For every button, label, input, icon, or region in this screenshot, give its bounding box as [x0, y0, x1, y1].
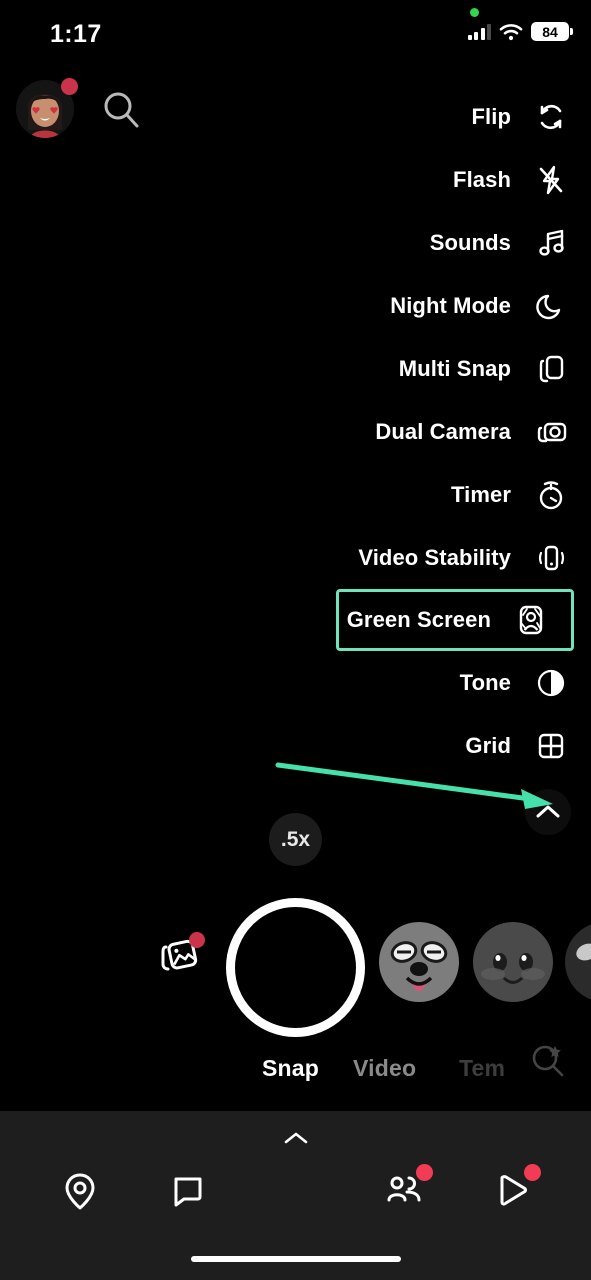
menu-item-label: Flip — [471, 103, 511, 129]
collapse-menu-row — [291, 777, 591, 847]
menu-item-label: Flash — [453, 166, 511, 192]
menu-item-video-stability[interactable]: Video Stability — [291, 526, 591, 589]
nav-chat[interactable] — [160, 1163, 216, 1219]
music-note-icon — [531, 223, 571, 263]
menu-item-label: Green Screen — [346, 607, 491, 632]
menu-item-dual-camera[interactable]: Dual Camera — [291, 400, 591, 463]
multi-snap-icon — [531, 349, 571, 389]
map-pin-icon — [65, 1173, 95, 1210]
menu-item-label: Night Mode — [390, 292, 511, 318]
zoom-level-label: .5x — [280, 827, 311, 851]
status-time: 1:17 — [50, 20, 102, 48]
chevron-up-icon — [536, 805, 560, 818]
shutter-button[interactable] — [226, 898, 365, 1037]
menu-item-label: Sounds — [429, 229, 511, 255]
zoom-level-button[interactable]: .5x — [269, 813, 322, 866]
camera-settings-menu: Flip Flash Sounds Night Mode Multi Snap … — [291, 85, 591, 847]
moon-icon — [531, 286, 571, 326]
home-indicator — [190, 1256, 401, 1262]
menu-item-flip[interactable]: Flip — [291, 85, 591, 148]
capture-mode-tabs: Snap Video Tem — [0, 1048, 591, 1088]
menu-item-tone[interactable]: Tone — [291, 651, 591, 714]
menu-item-green-screen[interactable]: Green Screen — [336, 589, 574, 651]
tab-snap[interactable]: Snap — [262, 1055, 319, 1082]
menu-item-label: Video Stability — [358, 544, 511, 570]
menu-item-night-mode[interactable]: Night Mode — [291, 274, 591, 337]
flip-camera-icon — [531, 97, 571, 137]
lens-dog-face[interactable] — [379, 922, 459, 1002]
dual-camera-icon — [531, 412, 571, 452]
nav-map[interactable] — [52, 1163, 108, 1219]
tab-video[interactable]: Video — [353, 1055, 416, 1082]
cellular-signal-icon — [467, 23, 491, 40]
video-stability-icon — [531, 538, 571, 578]
chat-bubble-icon — [174, 1177, 202, 1207]
menu-item-timer[interactable]: Timer — [291, 463, 591, 526]
profile-avatar-button[interactable] — [16, 78, 78, 138]
battery-level: 84 — [542, 23, 558, 40]
nav-friends[interactable] — [376, 1163, 433, 1219]
status-indicators: 84 — [467, 22, 573, 41]
menu-item-multi-snap[interactable]: Multi Snap — [291, 337, 591, 400]
menu-item-label: Tone — [459, 669, 511, 695]
bottom-navigation-bar — [0, 1110, 591, 1280]
wifi-icon — [499, 23, 523, 40]
nav-spotlight[interactable] — [484, 1163, 541, 1219]
memories-notification-badge — [189, 932, 205, 948]
spotlight-notification-badge — [524, 1164, 541, 1181]
avatar-notification-badge — [61, 78, 78, 95]
menu-item-grid[interactable]: Grid — [291, 714, 591, 777]
timer-icon — [531, 475, 571, 515]
lens-cat-face[interactable] — [473, 922, 553, 1002]
friends-notification-badge — [416, 1164, 433, 1181]
menu-item-label: Timer — [450, 481, 511, 507]
search-icon[interactable] — [100, 88, 142, 130]
menu-item-label: Multi Snap — [398, 355, 511, 381]
green-screen-icon — [511, 600, 551, 640]
memories-button[interactable] — [155, 932, 207, 984]
lens-partial[interactable] — [565, 922, 591, 1002]
menu-item-label: Dual Camera — [375, 418, 511, 444]
collapse-menu-button[interactable] — [525, 789, 571, 835]
snapchat-camera-screen: 1:17 84 Flip Flash Sounds Night Mode Mul… — [0, 0, 591, 1280]
menu-item-label: Grid — [465, 732, 511, 758]
menu-item-sounds[interactable]: Sounds — [291, 211, 591, 274]
tab-templates[interactable]: Tem — [459, 1055, 505, 1082]
flash-off-icon — [531, 160, 571, 200]
status-bar: 1:17 84 — [0, 0, 591, 62]
chevron-up-icon[interactable] — [283, 1131, 309, 1145]
battery-icon: 84 — [531, 22, 573, 41]
menu-item-flash[interactable]: Flash — [291, 148, 591, 211]
grid-icon — [531, 726, 571, 766]
lens-search-icon[interactable] — [528, 1042, 568, 1082]
privacy-indicator-dot — [470, 8, 479, 17]
tone-contrast-icon — [531, 663, 571, 703]
